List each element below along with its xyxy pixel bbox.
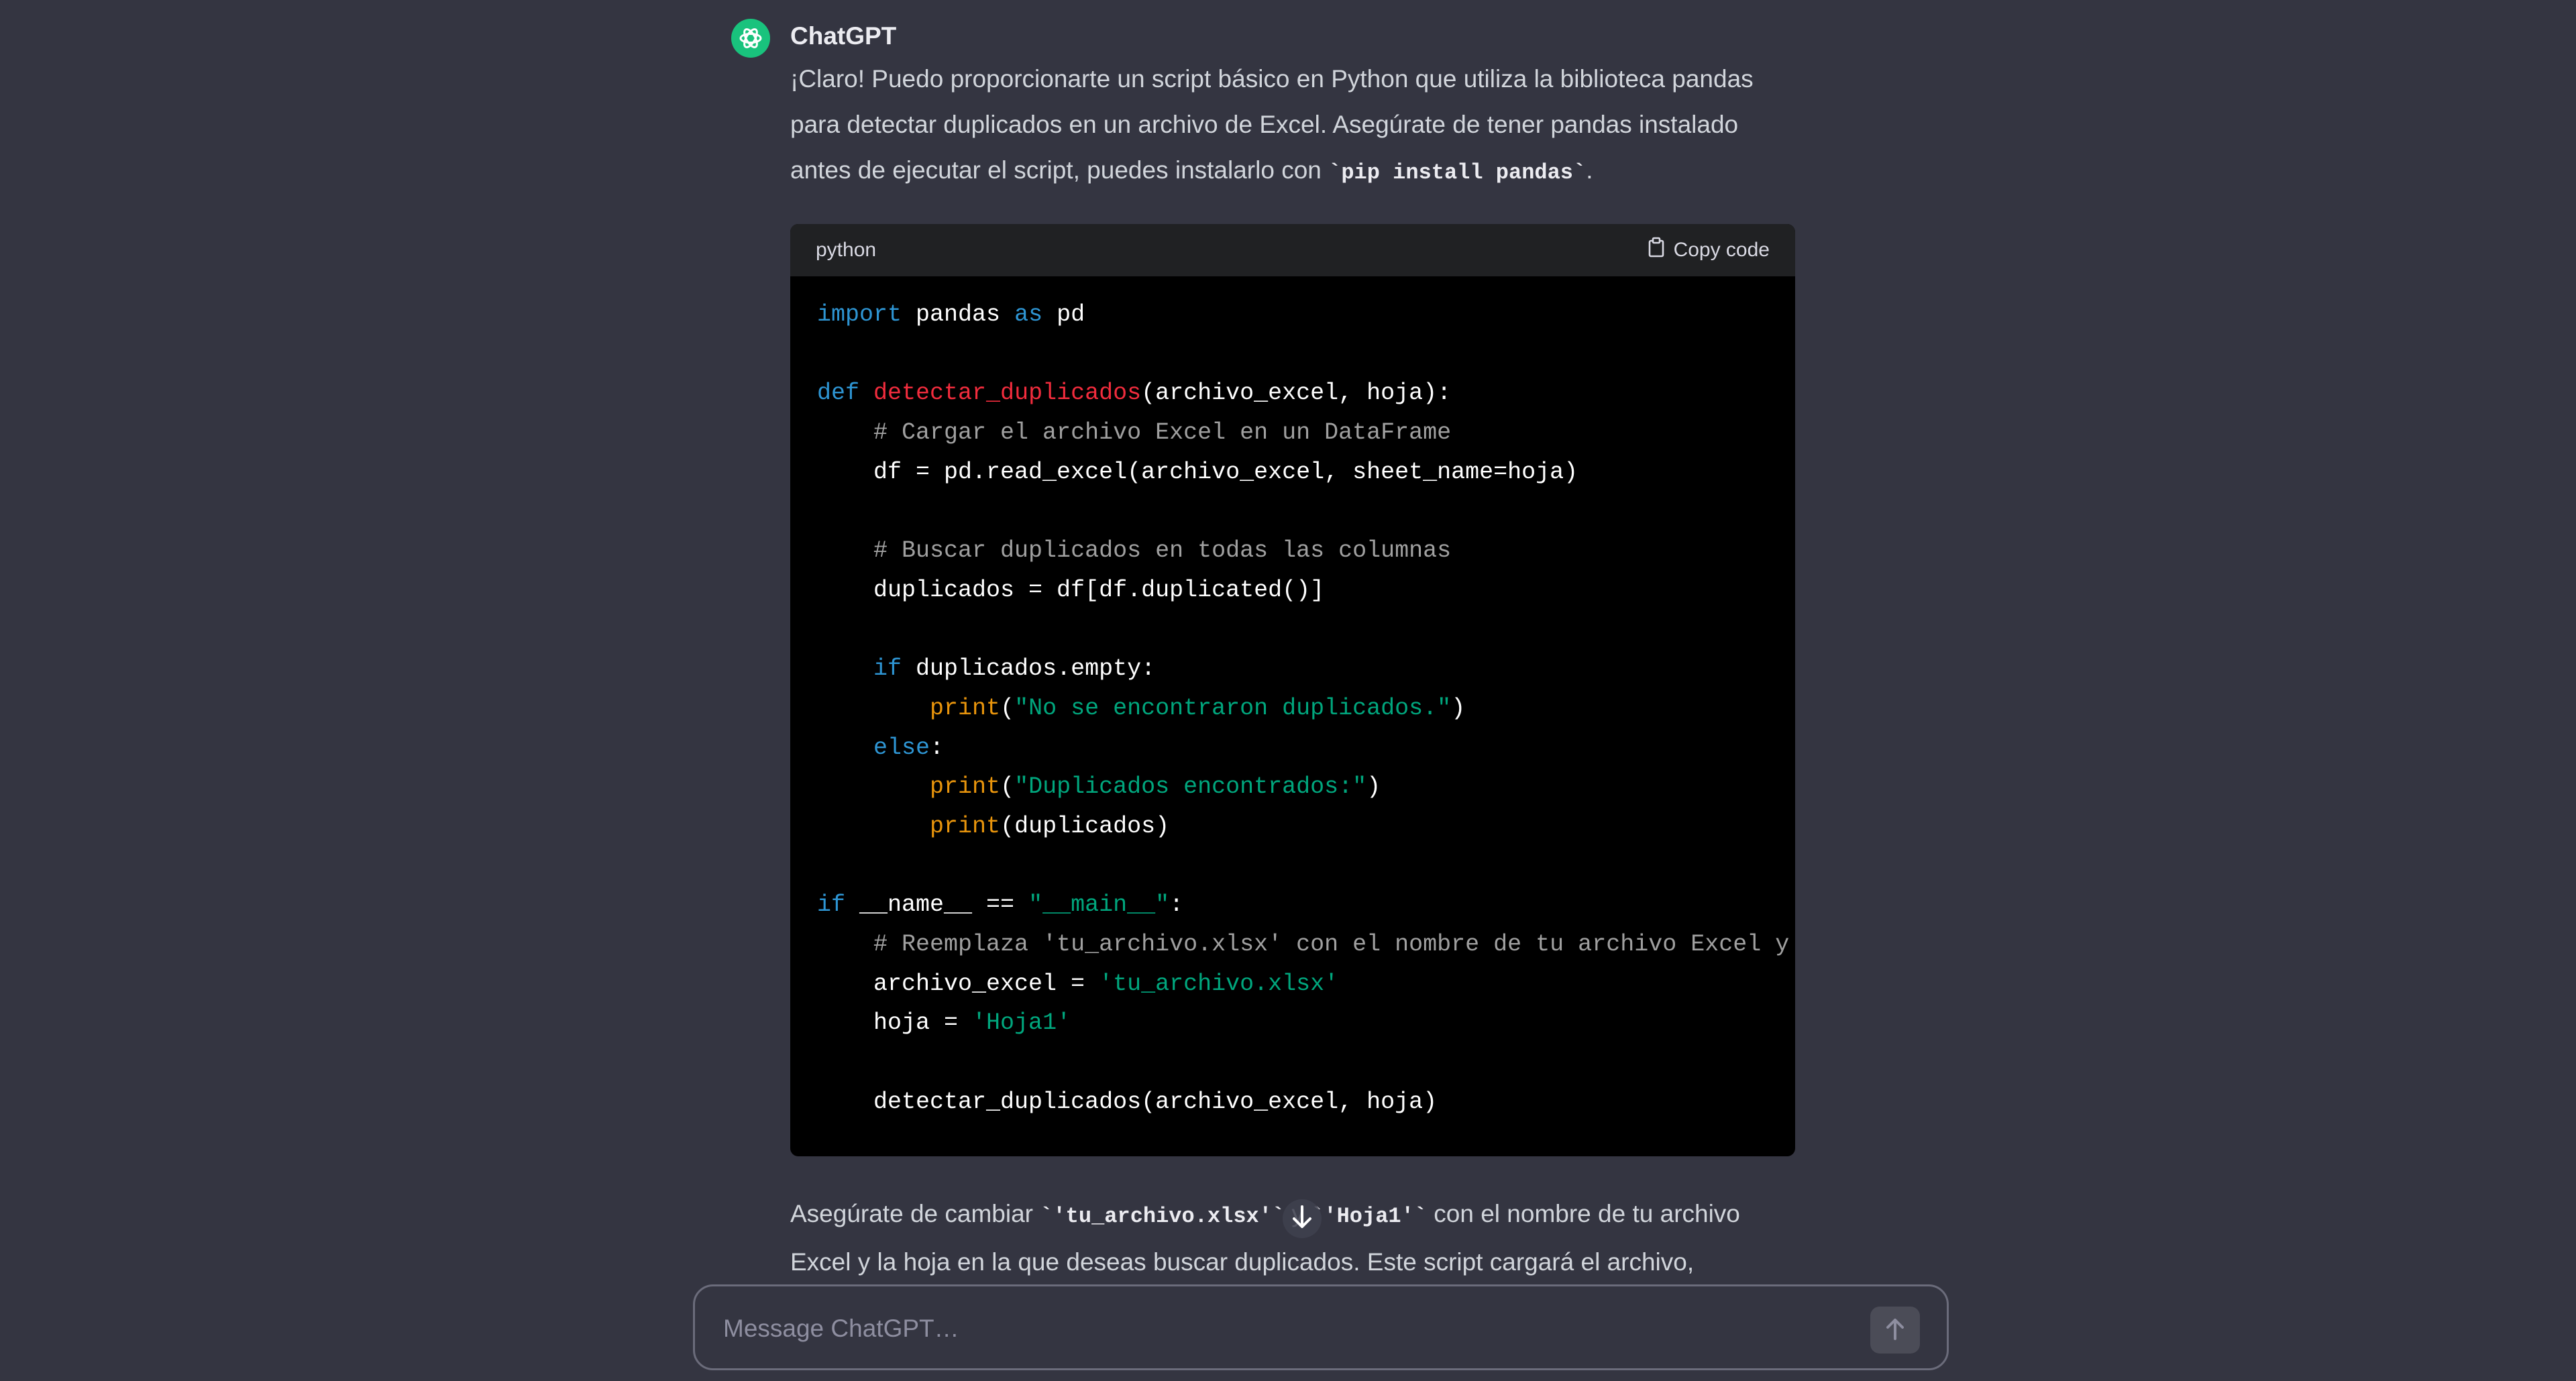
code-language-label: python [816,239,877,261]
code-line: detectar_duplicados(archivo_excel, hoja) [817,1083,1768,1122]
code-token: def [817,380,860,407]
scroll-to-bottom-button[interactable] [1283,1199,1322,1238]
code-token: 'tu_archivo.xlsx' [1099,970,1339,997]
outro-text-a: Asegúrate de cambiar [790,1200,1040,1227]
code-token: pandas [902,301,1015,328]
chat-page: ChatGPT ¡Claro! Puedo proporcionarte un … [0,0,2576,1381]
copy-code-label: Copy code [1673,239,1770,261]
message-sender: ChatGPT [790,22,897,50]
code-token: print [930,694,1001,722]
code-token: print [930,812,1001,840]
arrow-down-icon [1291,1204,1313,1234]
intro-end: . [1586,156,1593,184]
code-token: ) [1451,694,1466,722]
message-input[interactable] [722,1307,1798,1351]
code-token: df = pd.read_excel(archivo_excel, sheet_… [817,458,1578,486]
code-token: pd [1042,301,1085,328]
code-token: ( [1000,773,1015,801]
code-line: # Reemplaza 'tu_archivo.xlsx' con el nom… [817,925,1789,964]
code-line: if __name__ == "__main__": [817,885,1768,925]
code-line: print("No se encontraron duplicados.") [817,689,1768,728]
code-token: (duplicados) [1000,812,1170,840]
inline-code-pip: `pip install pandas` [1328,160,1587,185]
code-token: duplicados.empty: [902,655,1156,683]
code-token: hoja = [817,1009,973,1037]
clipboard-icon [1647,237,1666,264]
code-line: # Cargar el archivo Excel en un DataFram… [817,413,1768,453]
code-token: detectar_duplicados [873,380,1142,407]
code-token: __name__ == [845,891,1029,919]
code-token: as [1014,301,1043,328]
inline-code-sheet: `'Hoja1'` [1311,1204,1428,1229]
code-block-header: python Copy code [790,224,1795,276]
code-line: archivo_excel = 'tu_archivo.xlsx' [817,964,1768,1004]
code-content: import pandas as pd def detectar_duplicad… [790,276,1795,1121]
code-line: import pandas as pd [817,295,1768,335]
arrow-up-icon [1884,1316,1906,1345]
code-token: ) [1366,773,1381,801]
code-token: ( [1000,694,1015,722]
inline-code-filename: `'tu_archivo.xlsx'` [1040,1204,1285,1229]
code-token: duplicados = df[df.duplicated()] [817,576,1325,604]
code-token: if [873,655,902,683]
send-button[interactable] [1870,1307,1920,1354]
code-token: "Duplicados encontrados:" [1014,773,1367,801]
code-line: def detectar_duplicados(archivo_excel, h… [817,374,1768,413]
code-line: # Buscar duplicados en todas las columna… [817,531,1768,571]
code-token: import [817,301,902,328]
code-token: # Reemplaza 'tu_archivo.xlsx' con el nom… [873,931,1795,958]
code-token: : [1169,891,1184,919]
code-line: print(duplicados) [817,807,1768,846]
code-token: : [930,734,945,761]
code-token: 'Hoja1' [972,1009,1071,1037]
code-token: print [930,773,1001,801]
code-token: archivo_excel = [817,970,1099,997]
code-line: duplicados = df[df.duplicated()] [817,571,1768,610]
intro-text: ¡Claro! Puedo proporcionarte un script b… [790,65,1754,184]
code-line: if duplicados.empty: [817,649,1768,689]
code-token: "__main__" [1028,891,1170,919]
code-token: # Cargar el archivo Excel en un DataFram… [873,419,1452,447]
code-line: hoja = 'Hoja1' [817,1003,1768,1043]
code-block: python Copy code import pandas as pd def … [790,224,1795,1156]
code-line: df = pd.read_excel(archivo_excel, sheet_… [817,453,1768,492]
message-composer [693,1284,1949,1370]
code-token: # Buscar duplicados en todas las columna… [873,537,1452,565]
code-token: detectar_duplicados(archivo_excel, hoja) [817,1088,1438,1115]
code-line: else: [817,728,1768,768]
message-intro: ¡Claro! Puedo proporcionarte un script b… [790,56,1796,196]
copy-code-button[interactable]: Copy code [1647,237,1770,264]
code-token: "No se encontraron duplicados." [1014,694,1452,722]
chatgpt-logo-icon [731,19,770,58]
code-token: if [817,891,846,919]
code-token: else [873,734,930,761]
code-token: (archivo_excel, hoja): [1141,380,1452,407]
code-line: print("Duplicados encontrados:") [817,767,1768,807]
